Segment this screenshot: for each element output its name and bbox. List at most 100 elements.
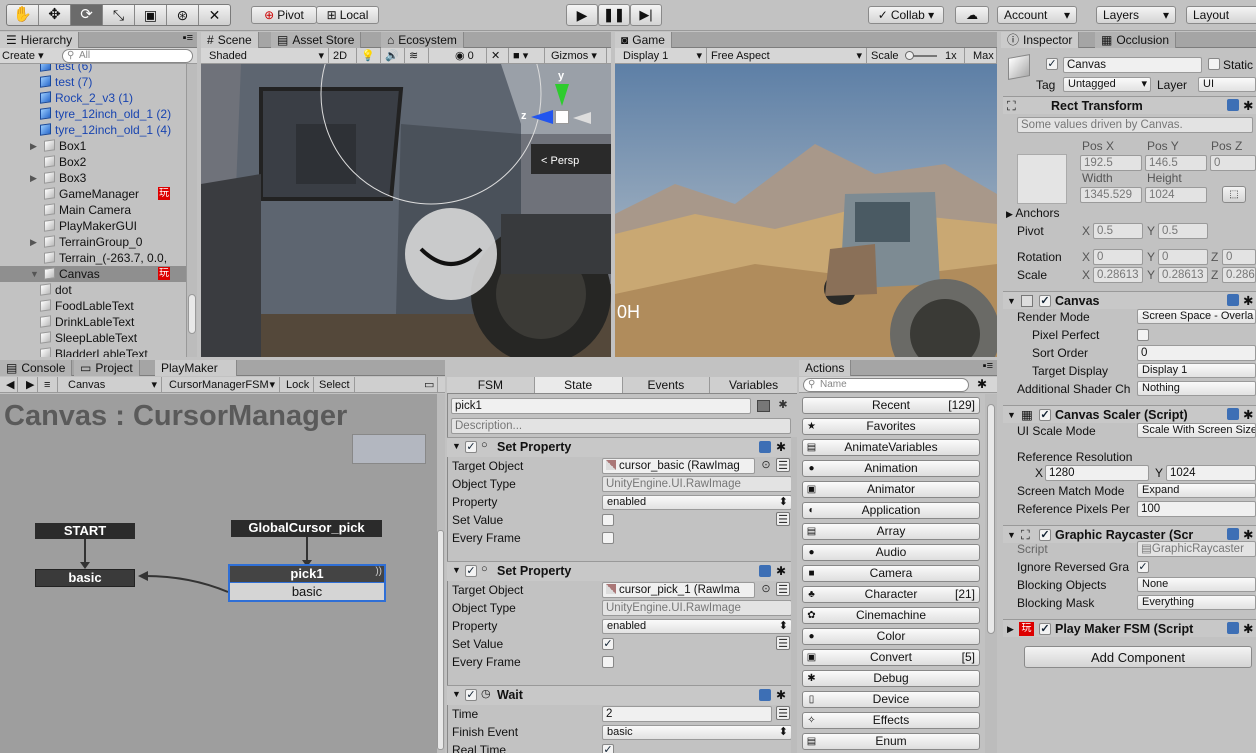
aspect-dropdown[interactable]: Free Aspect ▾	[707, 48, 867, 64]
hierarchy-scrollbar[interactable]	[186, 64, 197, 357]
help-icon[interactable]	[1227, 294, 1239, 306]
graph-scrollbar[interactable]	[437, 394, 445, 753]
scene-viewport[interactable]: y z < Persp	[201, 64, 611, 357]
playmaker-fsm-header[interactable]: ▶ 玩 ✓ Play Maker FSM (Script ✱	[1003, 619, 1256, 637]
hierarchy-item[interactable]: Rock_2_v3 (1)	[0, 90, 186, 106]
expand-arrow-icon[interactable]: ▼	[452, 441, 461, 451]
action-field-value[interactable]: enabled ⬍	[602, 495, 791, 510]
action-category-character[interactable]: ♣ Character [21]	[802, 586, 980, 603]
layers-dropdown[interactable]: Layers ▾	[1096, 6, 1176, 24]
gizmo-center-cube[interactable]	[555, 110, 569, 124]
action-category-convert[interactable]: ▣ Convert [5]	[802, 649, 980, 666]
expand-arrow-icon[interactable]: ▼	[452, 565, 461, 575]
actions-search-input[interactable]: ⚲ Name	[803, 378, 969, 392]
collapse-arrow-icon[interactable]: ▶	[30, 170, 37, 186]
tab-hierarchy[interactable]: ☰ Hierarchy	[0, 32, 80, 48]
help-icon[interactable]	[1227, 99, 1239, 111]
gear-icon[interactable]: ✱	[1243, 620, 1253, 638]
shading-dropdown[interactable]: Shaded ▾	[205, 48, 329, 64]
slider-knob[interactable]	[905, 51, 914, 60]
ref-x-field[interactable]: 1280	[1045, 465, 1149, 481]
collapse-arrow-icon[interactable]: ▶	[30, 234, 37, 250]
layout-dropdown[interactable]: Layout	[1186, 6, 1256, 24]
collab-button[interactable]: ✓ Collab ▾	[868, 6, 944, 24]
hand-tool-icon[interactable]: ✋	[7, 5, 39, 25]
ref-y-field[interactable]: 1024	[1166, 465, 1256, 481]
variable-toggle-icon[interactable]: ☰	[776, 582, 790, 596]
help-icon[interactable]	[1227, 528, 1239, 540]
rot-x-field[interactable]: 0	[1093, 249, 1143, 265]
gizmo-y-cone[interactable]	[555, 84, 569, 106]
canvas-enabled-checkbox[interactable]: ✓	[1039, 295, 1051, 307]
posz-field[interactable]: 0	[1210, 155, 1256, 171]
hierarchy-search-input[interactable]: ⚲ All	[62, 49, 193, 63]
scale-y-field[interactable]: 0.28613	[1158, 267, 1208, 283]
help-icon[interactable]	[1227, 408, 1239, 420]
state-description-field[interactable]: Description...	[451, 418, 791, 434]
effects-icon[interactable]: ≋	[405, 48, 429, 64]
play-button[interactable]: ▶	[566, 4, 598, 26]
hierarchy-item[interactable]: ▼ Canvas 玩	[0, 266, 186, 282]
hierarchy-item[interactable]: GameManager 玩	[0, 186, 186, 202]
canvas-scaler-header[interactable]: ▼ ▦ ✓ Canvas Scaler (Script) ✱	[1003, 405, 1256, 423]
pixel-perfect-checkbox[interactable]	[1137, 329, 1149, 341]
hierarchy-item[interactable]: test (6)	[0, 64, 186, 74]
tab-variables[interactable]: Variables	[710, 377, 797, 393]
transform-tool-icon[interactable]: ⊛	[167, 5, 199, 25]
variable-toggle-icon[interactable]: ☰	[776, 458, 790, 472]
gear-icon[interactable]: ✱	[1243, 292, 1253, 310]
hierarchy-item[interactable]: FoodLableText	[0, 298, 186, 314]
rot-z-field[interactable]: 0	[1222, 249, 1256, 265]
rect-transform-header[interactable]: ⛶ Rect Transform ✱	[1003, 96, 1256, 114]
action-category-animation[interactable]: ● Animation	[802, 460, 980, 477]
action-field-value[interactable]: cursor_basic (RawImag	[602, 458, 755, 474]
tab-asset-store[interactable]: ▤ Asset Store	[271, 32, 362, 48]
action-field-value[interactable]: UnityEngine.UI.RawImage	[602, 600, 791, 616]
pause-button[interactable]: ❚❚	[598, 4, 630, 26]
gear-icon[interactable]: ✱	[977, 377, 987, 391]
variable-toggle-icon[interactable]: ☰	[776, 512, 790, 526]
help-icon[interactable]	[1227, 622, 1239, 634]
custom-tool-icon[interactable]: ✕	[199, 5, 230, 25]
add-component-button[interactable]: Add Component	[1024, 646, 1252, 668]
menu-icon[interactable]: ▪≡	[983, 360, 993, 372]
action-field-value[interactable]	[602, 514, 614, 526]
gameobject-dropdown[interactable]: Canvas ▾	[64, 377, 162, 393]
gear-icon[interactable]: ✱	[776, 398, 790, 412]
canvas-component-header[interactable]: ▼ ✓ Canvas ✱	[1003, 291, 1256, 309]
fsm-dropdown[interactable]: CursorManagerFSM ▾	[165, 377, 280, 393]
scale-slider[interactable]: Scale 1x	[867, 48, 965, 64]
ui-scale-mode-dropdown[interactable]: Scale With Screen Size	[1137, 423, 1256, 438]
action-field-value[interactable]	[602, 656, 614, 668]
tab-state[interactable]: State	[534, 377, 623, 393]
help-icon[interactable]	[759, 565, 771, 577]
hidden-count[interactable]: ◉ 0	[451, 48, 487, 64]
expand-arrow-icon[interactable]: ▼	[452, 689, 461, 699]
posy-field[interactable]: 146.5	[1145, 155, 1207, 171]
cloud-button[interactable]: ☁	[955, 6, 989, 24]
rect-tool-icon[interactable]: ▣	[135, 5, 167, 25]
tab-events[interactable]: Events	[622, 377, 711, 393]
menu-icon[interactable]: ≡	[40, 377, 58, 393]
game-viewport[interactable]: 0H	[615, 64, 997, 357]
hierarchy-item[interactable]: Main Camera	[0, 202, 186, 218]
scene-gizmo[interactable]: y z < Persp	[521, 70, 601, 167]
hierarchy-item[interactable]: dot	[0, 282, 186, 298]
tools-icon[interactable]: ✕	[487, 48, 509, 64]
maximize-toggle[interactable]: Max	[969, 48, 997, 64]
tab-inspector[interactable]: ⓘ Inspector	[1001, 32, 1080, 48]
hierarchy-item[interactable]: test (7)	[0, 74, 186, 90]
select-button[interactable]: Select	[315, 377, 355, 393]
scale-x-field[interactable]: 0.28613	[1093, 267, 1143, 283]
action-header[interactable]: ▼ ✓ ○ Set Property ✱	[447, 561, 791, 581]
tab-game[interactable]: ◙ Game	[615, 32, 672, 48]
create-dropdown[interactable]: Create ▾	[2, 48, 44, 64]
target-display-dropdown[interactable]: Display 1	[1137, 363, 1256, 378]
account-dropdown[interactable]: Account ▾	[997, 6, 1077, 24]
pivot-x-field[interactable]: 0.5	[1093, 223, 1143, 239]
rotate-tool-icon[interactable]: ⟳	[71, 5, 103, 25]
global-transition-node[interactable]: GlobalCursor_pick	[231, 520, 382, 537]
hierarchy-item[interactable]: Terrain_(-263.7, 0.0,	[0, 250, 186, 266]
hierarchy-item[interactable]: ▶ Box1	[0, 138, 186, 154]
blueprint-button[interactable]: ⬚	[1222, 186, 1246, 203]
